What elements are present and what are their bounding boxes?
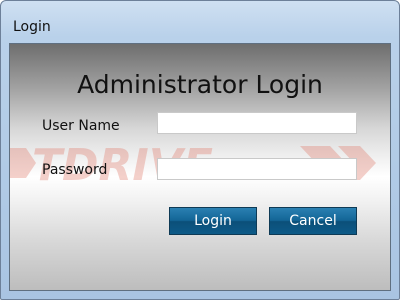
login-panel: TDRIVE Administrator Login User Name Pas…: [9, 43, 391, 291]
cancel-button[interactable]: Cancel: [269, 207, 357, 235]
login-button[interactable]: Login: [169, 207, 257, 235]
login-window: Login TDRIVE Administrator Login User Na…: [0, 0, 400, 300]
window-title: Login: [13, 19, 51, 35]
password-label: Password: [42, 162, 108, 178]
page-title: Administrator Login: [77, 70, 323, 99]
username-label: User Name: [42, 118, 120, 134]
password-input[interactable]: [157, 158, 357, 180]
title-bar[interactable]: Login: [1, 1, 399, 35]
username-input[interactable]: [157, 112, 357, 134]
